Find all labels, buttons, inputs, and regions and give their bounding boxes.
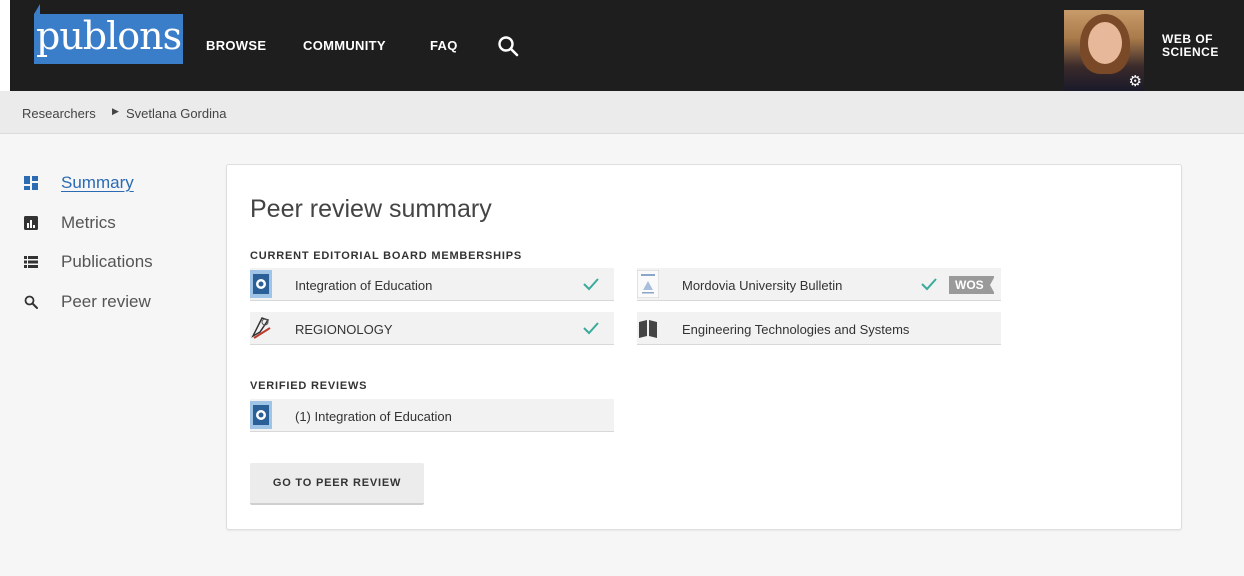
verified-review-item[interactable]: (1) Integration of Education [250,399,614,432]
nav-faq[interactable]: FAQ [430,38,458,53]
book-icon [639,320,657,338]
top-navigation-bar: publons BROWSE COMMUNITY FAQ ⚙ WEB OF SC… [0,0,1244,91]
nav-browse[interactable]: BROWSE [206,38,266,53]
bar-chart-icon [24,216,38,230]
publons-logo[interactable]: publons [34,4,184,64]
breadcrumb: Researchers ▶ Svetlana Gordina [0,91,1244,134]
breadcrumb-current: Svetlana Gordina [126,106,227,121]
peer-review-summary-card: Peer review summary CURRENT EDITORIAL BO… [226,164,1182,530]
journal-cover-icon [250,270,272,298]
sidebar-item-label: Metrics [61,213,116,232]
wos-badge: WOS [949,276,995,294]
journal-name: Integration of Education [295,278,433,293]
sidebar-item-peer-review[interactable]: Peer review [24,291,151,313]
search-icon[interactable] [496,34,520,58]
breadcrumb-researchers[interactable]: Researchers [22,106,96,121]
user-avatar[interactable]: ⚙ [1064,10,1144,91]
gear-icon[interactable]: ⚙ [1129,74,1142,89]
check-icon [921,278,937,291]
check-icon [583,322,599,335]
board-item-mordovia-university-bulletin[interactable]: Mordovia University Bulletin WOS [637,268,1001,301]
board-item-engineering-technologies-and-systems[interactable]: Engineering Technologies and Systems [637,312,1001,345]
review-name: (1) Integration of Education [295,409,452,424]
sidebar-item-publications[interactable]: Publications [24,251,153,273]
journal-name: REGIONOLOGY [295,322,393,337]
check-icon [583,278,599,291]
verified-reviews-heading: VERIFIED REVIEWS [250,380,368,392]
journal-name: Mordovia University Bulletin [682,278,843,293]
editorial-board-heading: CURRENT EDITORIAL BOARD MEMBERSHIPS [250,250,523,262]
list-icon [24,256,38,268]
journal-cover-icon [637,270,659,298]
logo-text: publons [34,4,184,64]
board-item-integration-of-education[interactable]: Integration of Education [250,268,614,301]
breadcrumb-separator-icon: ▶ [112,106,119,116]
nav-community[interactable]: COMMUNITY [303,38,386,53]
board-item-regionology[interactable]: REGIONOLOGY [250,312,614,345]
sidebar-item-label: Publications [61,252,153,271]
go-to-peer-review-button[interactable]: GO TO PEER REVIEW [250,463,424,505]
journal-name: Engineering Technologies and Systems [682,322,910,337]
card-title: Peer review summary [250,195,492,223]
sidebar-item-summary[interactable]: Summary [24,172,134,194]
avatar-face [1088,22,1122,64]
sidebar-item-label: Peer review [61,292,151,311]
search-icon [24,295,38,309]
sidebar-item-metrics[interactable]: Metrics [24,212,116,234]
journal-logo-icon [250,314,272,342]
journal-cover-icon [250,401,272,429]
wos-line-2: SCIENCE [1162,45,1219,59]
dashboard-icon [24,176,38,190]
web-of-science-link[interactable]: WEB OF SCIENCE [1162,33,1219,59]
sidebar-item-label: Summary [61,173,134,192]
